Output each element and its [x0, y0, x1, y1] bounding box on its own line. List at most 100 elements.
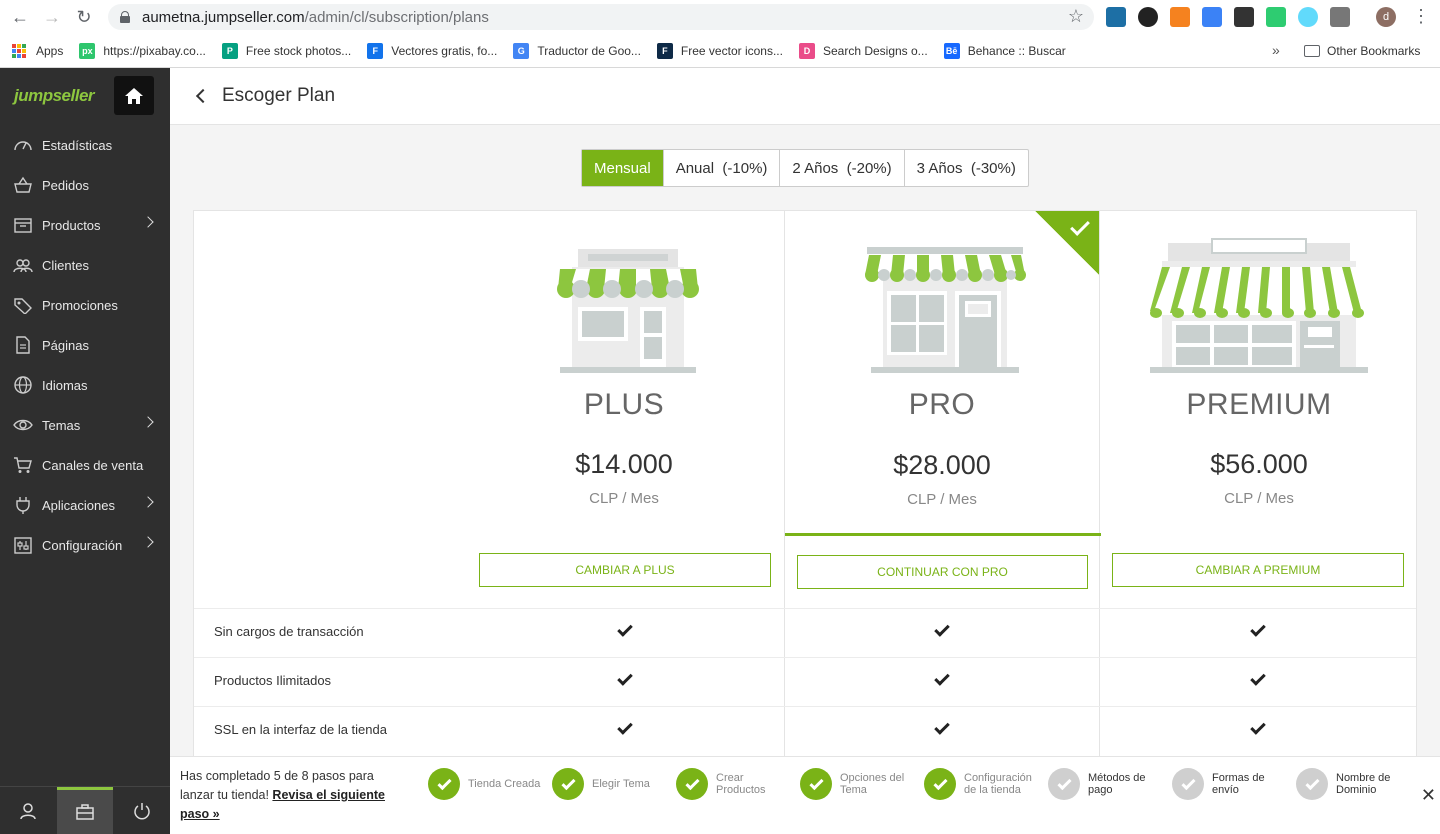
plan-name: PREMIUM	[1186, 388, 1332, 421]
step-done-check-icon	[428, 768, 460, 800]
plan-unit: CLP / Mes	[907, 491, 977, 508]
checkmark-icon	[934, 621, 950, 637]
bookmark-item[interactable]: Bē Behance :: Buscar	[943, 42, 1066, 59]
onboarding-step[interactable]: Configuración de la tienda	[924, 768, 1044, 800]
medium-store-icon	[865, 247, 1026, 373]
onboarding-step[interactable]: Crear Productos	[676, 768, 796, 800]
feature-label: SSL en la interfaz de la tienda	[214, 722, 387, 737]
sidebar-item-temas[interactable]: Temas	[0, 405, 170, 445]
reload-icon[interactable]: ↻	[72, 5, 96, 29]
sidebar-item-canales-de-venta[interactable]: Canales de venta	[0, 445, 170, 485]
speedometer-icon	[13, 136, 33, 154]
onboarding-step[interactable]: Métodos de pago	[1048, 768, 1168, 800]
briefcase-icon	[76, 804, 94, 820]
onboarding-step[interactable]: Opciones del Tema	[800, 768, 920, 800]
box-icon	[13, 216, 33, 234]
bookmark-star-icon[interactable]: ☆	[1068, 6, 1084, 27]
extension-icon[interactable]	[1202, 7, 1222, 27]
step-label: Elegir Tema	[592, 778, 650, 790]
onboarding-step[interactable]: Nombre de Dominio	[1296, 768, 1416, 800]
forward-arrow-icon[interactable]: →	[40, 5, 64, 29]
step-done-check-icon	[676, 768, 708, 800]
bookmark-label: Behance :: Buscar	[967, 43, 1066, 58]
menu-kebab-icon[interactable]: ⋮	[1412, 6, 1430, 27]
favicon-icon: P	[221, 42, 238, 59]
extension-icon[interactable]	[1106, 7, 1126, 27]
bookmark-label: Traductor de Goo...	[537, 43, 641, 58]
small-store-icon	[557, 249, 699, 373]
checkmark-icon	[617, 621, 633, 637]
billing-option[interactable]: 2 Años (-20%)	[780, 150, 905, 186]
extension-icon[interactable]	[1170, 7, 1190, 27]
other-bookmarks[interactable]: Other Bookmarks	[1304, 34, 1420, 68]
bookmark-item[interactable]: P Free stock photos...	[221, 42, 351, 59]
sidebar-item-productos[interactable]: Productos	[0, 205, 170, 245]
sidebar-item-clientes[interactable]: Clientes	[0, 245, 170, 285]
sidebar-item-promociones[interactable]: Promociones	[0, 285, 170, 325]
bookmark-label: Vectores gratis, fo...	[391, 43, 498, 58]
step-pending-check-icon	[1172, 768, 1204, 800]
bookmark-item[interactable]: D Search Designs o...	[798, 42, 928, 59]
power-button[interactable]	[113, 787, 170, 834]
extension-icon[interactable]	[1330, 7, 1350, 27]
back-chevron-icon[interactable]	[195, 88, 211, 104]
sidebar-item-label: Canales de venta	[42, 457, 144, 473]
briefcase-button[interactable]	[56, 787, 114, 834]
step-done-check-icon	[924, 768, 956, 800]
plan-price: $56.000	[1210, 449, 1308, 479]
bookmark-item[interactable]: F Free vector icons...	[656, 42, 783, 59]
extension-icon[interactable]	[1138, 7, 1158, 27]
step-done-check-icon	[800, 768, 832, 800]
sidebar-item-estadísticas[interactable]: Estadísticas	[0, 125, 170, 165]
jumpseller-logo[interactable]: jumpseller	[14, 86, 95, 106]
user-icon	[20, 802, 37, 819]
checkmark-icon	[617, 719, 633, 735]
chevron-right-icon[interactable]	[142, 416, 154, 428]
home-button[interactable]	[114, 76, 154, 115]
plug-icon	[13, 496, 33, 514]
address-bar[interactable]: aumetna.jumpseller.com/admin/cl/subscrip…	[108, 4, 1094, 30]
back-arrow-icon[interactable]: ←	[8, 5, 32, 29]
close-icon[interactable]: ✕	[1421, 785, 1436, 806]
bookmark-item[interactable]: px https://pixabay.co...	[79, 42, 206, 59]
billing-option[interactable]: Anual (-10%)	[664, 150, 781, 186]
sidebar-item-label: Temas	[42, 417, 81, 433]
sidebar-item-label: Aplicaciones	[42, 497, 115, 513]
billing-option[interactable]: 3 Años (-30%)	[905, 150, 1028, 186]
current-plan-underline	[785, 533, 1101, 536]
change-to-premium-button[interactable]: CAMBIAR A PREMIUM	[1112, 553, 1404, 587]
checkmark-icon	[934, 719, 950, 735]
bookmark-item[interactable]: F Vectores gratis, fo...	[367, 42, 498, 59]
onboarding-step[interactable]: Formas de envío	[1172, 768, 1292, 800]
sidebar-item-aplicaciones[interactable]: Aplicaciones	[0, 485, 170, 525]
bookmark-apps[interactable]: Apps	[12, 43, 63, 58]
bookmarks-overflow[interactable]: »	[1272, 42, 1280, 58]
extension-icon[interactable]	[1266, 7, 1286, 27]
billing-option[interactable]: Mensual	[582, 150, 664, 186]
user-button[interactable]	[0, 787, 57, 834]
profile-avatar[interactable]: d	[1376, 7, 1396, 27]
large-store-icon	[1150, 238, 1368, 373]
extension-icon[interactable]	[1234, 7, 1254, 27]
checkmark-icon	[1250, 621, 1266, 637]
eye-icon	[13, 416, 33, 434]
chevron-right-icon[interactable]	[142, 536, 154, 548]
onboarding-step[interactable]: Elegir Tema	[552, 768, 672, 800]
sidebar-item-label: Clientes	[42, 257, 89, 273]
continue-with-pro-button[interactable]: CONTINUAR CON PRO	[797, 555, 1088, 589]
folder-icon	[1304, 45, 1320, 57]
sidebar-item-idiomas[interactable]: Idiomas	[0, 365, 170, 405]
onboarding-step[interactable]: Tienda Creada	[428, 768, 548, 800]
extension-icon[interactable]	[1298, 7, 1318, 27]
step-label: Tienda Creada	[468, 778, 541, 790]
chevron-right-icon[interactable]	[142, 496, 154, 508]
feature-row: Sin cargos de transacción	[194, 608, 1416, 657]
sidebar-item-configuración[interactable]: Configuración	[0, 525, 170, 565]
change-to-plus-button[interactable]: CAMBIAR A PLUS	[479, 553, 771, 587]
sidebar-item-páginas[interactable]: Páginas	[0, 325, 170, 365]
chevron-right-icon[interactable]	[142, 216, 154, 228]
sidebar-item-pedidos[interactable]: Pedidos	[0, 165, 170, 205]
step-label: Configuración de la tienda	[964, 772, 1032, 796]
step-label: Opciones del Tema	[840, 772, 905, 796]
bookmark-item[interactable]: G Traductor de Goo...	[513, 42, 641, 59]
